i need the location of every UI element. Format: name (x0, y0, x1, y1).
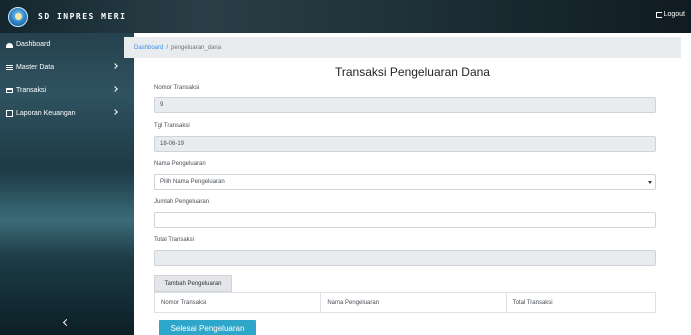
brand-name: SD INPRES MERI (38, 12, 127, 21)
sidebar-item-dashboard[interactable]: Dashboard (0, 33, 134, 56)
tgl-transaksi-field: 18-06-19 (154, 136, 656, 152)
dashboard-icon (6, 43, 13, 48)
breadcrumb-link-dashboard[interactable]: Dashboard (134, 45, 163, 51)
tgl-transaksi-value: 18-06-19 (160, 141, 185, 147)
brand[interactable]: SD INPRES MERI (0, 0, 134, 33)
sidebar-item-label: Transaksi (16, 87, 47, 94)
breadcrumb: Dashboard / pengeluaran_dana (124, 37, 681, 58)
jumlah-pengeluaran-input[interactable] (154, 212, 656, 228)
chevron-right-icon (112, 86, 118, 92)
cart-icon (6, 88, 13, 93)
chevron-right-icon (112, 109, 118, 115)
logout-label: Logout (663, 11, 685, 18)
document-icon (6, 110, 13, 117)
dropdown-arrow-icon (648, 181, 652, 184)
menu-icon (6, 65, 13, 70)
nama-pengeluaran-select[interactable]: Pilih Nama Pengeluaran (154, 174, 656, 190)
total-transaksi-label: Total Transaksi (154, 237, 195, 243)
sidebar-item-transaksi[interactable]: Transaksi (0, 79, 134, 102)
column-header-nomor-transaksi: Nomor Transaksi (155, 293, 322, 312)
total-transaksi-field (154, 250, 656, 266)
school-logo-icon (8, 6, 28, 27)
tgl-transaksi-label: Tgl Transaksi (154, 123, 190, 129)
nomor-transaksi-field: 9 (154, 97, 656, 113)
nomor-transaksi-label: Nomor Transaksi (154, 85, 200, 91)
nama-pengeluaran-selected: Pilih Nama Pengeluaran (160, 179, 225, 185)
nomor-transaksi-value: 9 (160, 102, 164, 108)
tambah-pengeluaran-button[interactable]: Tambah Pengeluaran (154, 275, 232, 292)
sidebar-item-label: Master Data (16, 64, 55, 71)
sidebar-item-laporan-keuangan[interactable]: Laporan Keuangan (0, 102, 134, 125)
breadcrumb-current: pengeluaran_dana (171, 44, 222, 51)
sidebar-item-master-data[interactable]: Master Data (0, 56, 134, 79)
sidebar-item-label: Laporan Keuangan (16, 110, 76, 117)
column-header-total-transaksi: Total Transaksi (512, 299, 553, 306)
main-content: Dashboard / pengeluaran_dana Transaksi P… (124, 33, 691, 335)
top-navbar: SD INPRES MERI Logout (0, 0, 691, 33)
table-header-row: Nomor Transaksi Nama Pengeluaran Total T… (154, 292, 656, 313)
jumlah-pengeluaran-label: Jumlah Pengeluaran (154, 199, 210, 205)
breadcrumb-separator: / (166, 44, 169, 51)
logout-button[interactable]: Logout (655, 11, 685, 18)
page-title: Transaksi Pengeluaran Dana (335, 65, 490, 79)
selesai-pengeluaran-button[interactable]: Selesai Pengeluaran (159, 320, 256, 335)
column-header-nama-pengeluaran: Nama Pengeluaran (321, 293, 507, 312)
sidebar-item-label: Dashboard (16, 41, 51, 48)
logout-icon (655, 11, 662, 18)
nama-pengeluaran-label: Nama Pengeluaran (154, 161, 206, 167)
sidebar: Dashboard Master Data Transaksi Laporan … (0, 33, 134, 335)
chevron-right-icon (112, 63, 118, 69)
